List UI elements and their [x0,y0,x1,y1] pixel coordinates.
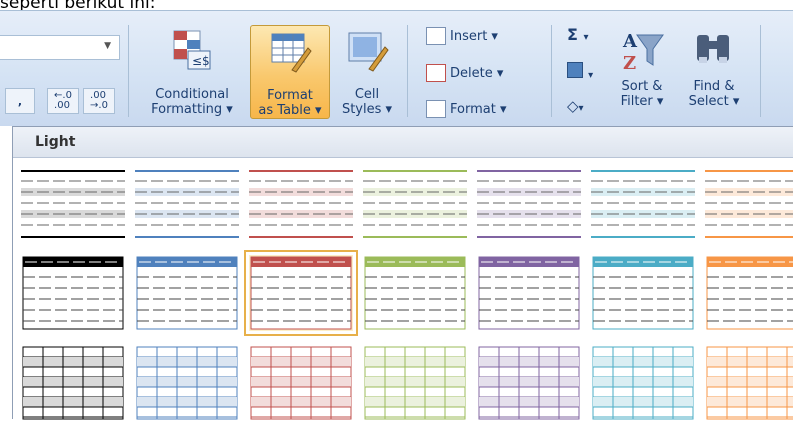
table-style-preview [21,170,125,238]
gallery-section-header: Light [13,127,793,158]
cell-styles-label: Cell Styles ▾ [341,87,393,117]
table-style-swatch[interactable] [249,345,353,421]
table-style-preview [706,256,793,330]
number-format-dropdown[interactable]: ▼ [0,35,120,60]
increase-decimal-icon: ←.0.00 [54,90,72,111]
ribbon: ▼ , ←.0.00 .00 →.0 ≤$ Conditional Formatt… [0,10,793,126]
table-style-preview [364,346,466,420]
delete-cells-button[interactable]: Delete ▾ [426,62,503,84]
chevron-down-icon: ▼ [104,41,111,51]
format-as-table-icon [268,30,312,76]
cell-styles-icon [345,29,389,75]
insert-label: Insert ▾ [450,28,498,44]
format-label: Format ▾ [450,101,507,117]
sort-filter-button[interactable]: A Z Sort & Filter ▾ [610,25,674,109]
table-style-preview [591,170,695,238]
comma-style-button[interactable]: , [5,88,35,114]
group-divider [407,25,408,117]
binoculars-icon [697,35,729,63]
table-style-swatch[interactable] [477,255,581,331]
table-style-swatch[interactable] [244,250,358,336]
delete-label: Delete ▾ [450,65,504,81]
gallery-section-title: Light [35,134,76,150]
table-style-preview [478,256,580,330]
table-style-swatch[interactable] [591,345,695,421]
table-style-swatch[interactable] [705,345,793,421]
format-as-table-button[interactable]: Format as Table ▾ [250,25,330,119]
table-style-swatch[interactable] [249,165,353,241]
table-style-preview [135,170,239,238]
sort-filter-label: Sort & Filter ▾ [620,79,664,109]
increase-decimal-button[interactable]: ←.0.00 [47,88,79,114]
find-select-label: Find & Select ▾ [688,79,740,109]
table-style-swatch[interactable] [135,255,239,331]
conditional-formatting-label: Conditional Formatting ▾ [151,87,233,117]
table-style-preview [592,346,694,420]
sigma-icon: Σ [567,25,578,44]
cell-styles-button[interactable]: Cell Styles ▾ [334,25,400,117]
table-style-swatch[interactable] [21,345,125,421]
svg-text:A: A [622,31,638,52]
table-style-preview [364,256,466,330]
table-style-swatch[interactable] [591,165,695,241]
group-divider [551,25,552,117]
table-style-swatch[interactable] [363,255,467,331]
table-style-preview [22,346,124,420]
conditional-formatting-icon: ≤$ [170,29,214,75]
table-style-swatch[interactable] [477,345,581,421]
decrease-decimal-icon: .00 →.0 [90,90,108,111]
table-style-swatch[interactable] [135,345,239,421]
table-style-swatch[interactable] [477,165,581,241]
format-cells-button[interactable]: Format ▾ [426,98,506,120]
table-style-preview [136,346,238,420]
format-as-table-label: Format as Table ▾ [258,88,322,118]
autosum-button[interactable]: Σ ▾ [567,25,589,44]
table-style-swatch[interactable] [705,165,793,241]
svg-text:≤$: ≤$ [192,54,210,68]
svg-text:Z: Z [623,53,636,74]
table-style-preview [250,346,352,420]
table-style-preview [136,256,238,330]
table-style-preview [592,256,694,330]
clear-button[interactable]: ◇▾ [567,96,584,115]
table-style-preview [706,346,793,420]
table-style-swatch[interactable] [21,255,125,331]
table-style-preview [250,256,352,330]
group-divider [128,25,129,117]
fill-button[interactable]: ▾ [567,62,593,82]
insert-cells-icon [426,27,446,45]
group-divider [760,25,761,117]
conditional-formatting-button[interactable]: ≤$ Conditional Formatting ▾ [140,25,244,117]
table-style-swatch[interactable] [591,255,695,331]
decrease-decimal-button[interactable]: .00 →.0 [83,88,115,114]
table-style-swatch[interactable] [363,165,467,241]
table-style-preview [477,170,581,238]
delete-cells-icon [426,64,446,82]
insert-cells-button[interactable]: Insert ▾ [426,25,498,47]
table-style-preview [22,256,124,330]
table-style-gallery: Light [12,126,793,421]
table-style-preview [249,170,353,238]
find-select-button[interactable]: Find & Select ▾ [682,25,746,109]
table-style-preview [478,346,580,420]
table-style-swatch[interactable] [21,165,125,241]
format-cells-icon [426,100,446,118]
table-style-swatch[interactable] [135,165,239,241]
sort-filter-icon: A Z [622,31,664,74]
table-style-preview [363,170,467,238]
eraser-icon: ◇ [567,97,579,115]
table-style-swatch[interactable] [363,345,467,421]
fill-down-icon [567,62,583,78]
table-style-swatch[interactable] [705,255,793,331]
table-style-preview [705,170,793,238]
